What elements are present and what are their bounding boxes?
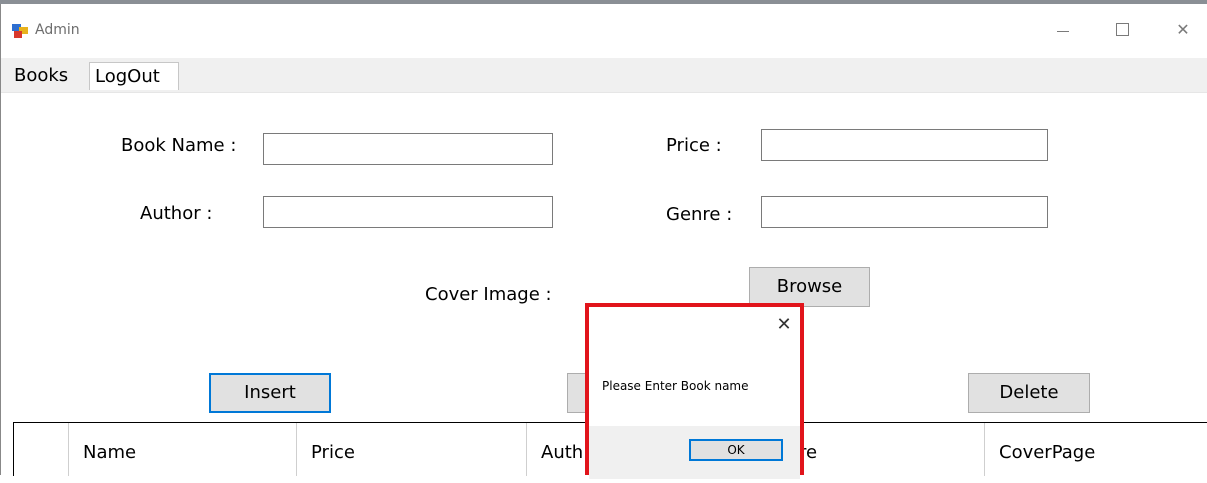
- insert-button[interactable]: Insert: [209, 373, 331, 413]
- dialog-footer: OK: [589, 426, 800, 479]
- book-name-label: Book Name :: [121, 135, 237, 156]
- minimize-icon: [1057, 31, 1069, 32]
- message-dialog: ✕ Please Enter Book name OK: [585, 303, 804, 479]
- maximize-button[interactable]: [1111, 18, 1135, 42]
- delete-button[interactable]: Delete: [968, 373, 1090, 413]
- price-label: Price :: [666, 135, 722, 156]
- genre-label: Genre :: [666, 204, 733, 225]
- close-icon: ✕: [1176, 20, 1190, 39]
- maximize-icon: [1116, 23, 1129, 36]
- title-bar: Admin ✕: [1, 4, 1207, 58]
- dialog-close-button[interactable]: ✕: [773, 314, 795, 336]
- menu-bar: Books LogOut: [1, 58, 1207, 93]
- row-header-cell: [14, 423, 69, 476]
- close-icon: ✕: [776, 314, 792, 335]
- column-header-price[interactable]: Price: [297, 423, 527, 476]
- cover-image-label: Cover Image :: [425, 284, 552, 305]
- dialog-ok-button[interactable]: OK: [689, 439, 783, 461]
- column-header-name[interactable]: Name: [69, 423, 297, 476]
- tab-logout[interactable]: LogOut: [89, 62, 179, 90]
- tab-books[interactable]: Books: [9, 62, 87, 90]
- author-label: Author :: [140, 203, 213, 224]
- close-button[interactable]: ✕: [1171, 18, 1195, 42]
- column-header-coverpage[interactable]: CoverPage: [985, 423, 1207, 476]
- dialog-message: Please Enter Book name: [602, 379, 749, 393]
- price-input[interactable]: [761, 129, 1048, 161]
- genre-input[interactable]: [761, 196, 1048, 228]
- book-name-input[interactable]: [263, 133, 553, 165]
- minimize-button[interactable]: [1051, 18, 1075, 42]
- window-title: Admin: [35, 22, 80, 38]
- app-icon: [12, 24, 28, 38]
- author-input[interactable]: [263, 196, 553, 228]
- browse-button[interactable]: Browse: [749, 267, 870, 307]
